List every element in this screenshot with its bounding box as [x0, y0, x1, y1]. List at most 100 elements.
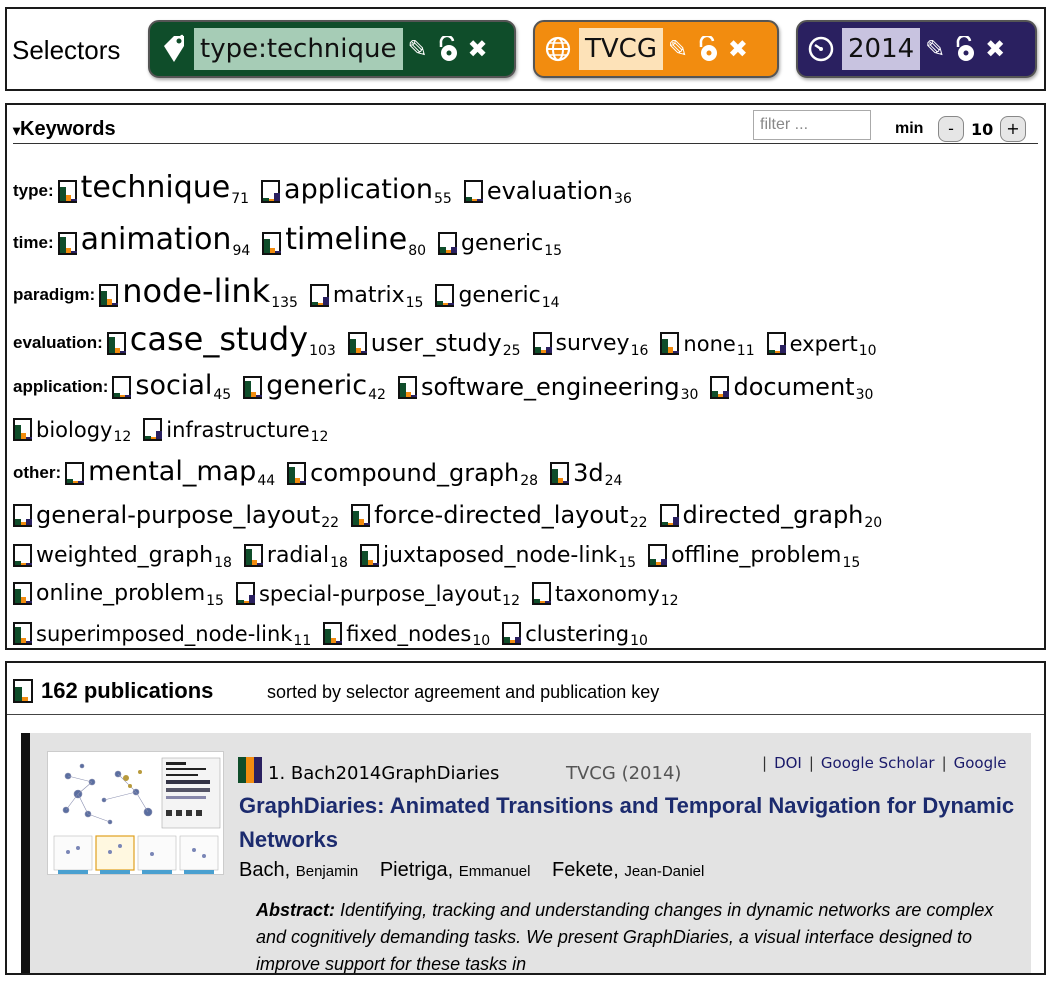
collapse-triangle-icon[interactable]: ▾: [13, 122, 20, 138]
keyword-tag[interactable]: timeline 80: [262, 225, 426, 261]
keyword-count: 10: [858, 343, 877, 359]
keyword-tag[interactable]: special-purpose_layout 12: [235, 582, 520, 611]
keyword-tag[interactable]: general-purpose_layout 22: [13, 503, 339, 533]
edit-icon[interactable]: ✎: [663, 32, 693, 66]
keyword-row: biology 12 infrastructure 12: [13, 405, 1038, 447]
remove-icon[interactable]: ✖: [463, 32, 493, 66]
keyword-filter-input[interactable]: [753, 110, 871, 140]
keyword-name: online_problem: [36, 581, 206, 606]
keyword-count: 15: [405, 295, 424, 311]
min-decrease-button[interactable]: -: [938, 116, 964, 142]
remove-icon[interactable]: ✖: [980, 32, 1010, 66]
selector-chip-label: 2014: [842, 28, 921, 70]
keyword-tag[interactable]: matrix 15: [309, 283, 424, 313]
keyword-stack-icon: [397, 376, 417, 399]
keyword-count: 94: [232, 243, 251, 259]
keyword-count: 15: [544, 243, 563, 259]
keyword-tag[interactable]: generic 15: [438, 232, 562, 261]
keyword-tag[interactable]: 3d 24: [550, 461, 622, 491]
keywords-title[interactable]: ▾Keywords: [13, 118, 116, 141]
keyword-tag[interactable]: superimposed_node-link 11: [13, 622, 311, 651]
keywords-header: ▾Keywords min - 10 +: [7, 105, 1044, 145]
author[interactable]: Fekete, Jean-Daniel: [552, 859, 704, 881]
doi-link[interactable]: DOI: [774, 754, 802, 772]
lock-icon[interactable]: [693, 32, 723, 66]
publication-thumbnail[interactable]: [47, 751, 224, 875]
selector-chip-venue[interactable]: TVCG ✎ ✖: [533, 20, 779, 78]
keyword-count: 135: [271, 295, 298, 311]
keyword-name: 3d: [573, 459, 604, 487]
keyword-count: 45: [213, 387, 232, 403]
keyword-tag[interactable]: fixed_nodes 10: [323, 622, 490, 651]
keyword-row: paradigm: node-link 135 matrix 15 generic 14: [13, 261, 1038, 313]
author[interactable]: Bach, Benjamin: [239, 859, 358, 881]
selectors-panel: Selectors type:technique ✎ ✖ TVCG ✎ ✖ 20…: [5, 7, 1046, 91]
keyword-tag[interactable]: offline_problem 15: [648, 544, 860, 573]
google-link[interactable]: Google: [954, 754, 1007, 772]
google-scholar-link[interactable]: Google Scholar: [821, 754, 935, 772]
keyword-tag[interactable]: radial 18: [243, 544, 348, 573]
keyword-tag[interactable]: none 11: [660, 332, 755, 361]
keyword-tag[interactable]: generic 42: [243, 372, 386, 405]
selector-chip-type[interactable]: type:technique ✎ ✖: [148, 20, 516, 78]
keyword-tag[interactable]: expert 10: [766, 332, 877, 361]
keyword-tag[interactable]: application 55: [261, 176, 452, 209]
divider: [13, 143, 1038, 144]
selector-chip-label: TVCG: [579, 28, 663, 70]
keyword-tag[interactable]: compound_graph 28: [287, 461, 538, 491]
keyword-tag[interactable]: weighted_graph 18: [13, 544, 232, 573]
publication-title[interactable]: GraphDiaries: Animated Transitions and T…: [239, 789, 1019, 857]
keyword-tag[interactable]: infrastructure 12: [143, 418, 328, 447]
edit-icon[interactable]: ✎: [403, 32, 433, 66]
keyword-name: none: [683, 332, 736, 356]
publication-links: | DOI | Google Scholar | Google: [762, 754, 1007, 772]
keyword-tag[interactable]: animation 94: [57, 225, 251, 261]
keyword-count: 22: [629, 515, 648, 531]
keyword-cloud: type: technique 71 application 55 evaluation 3…: [13, 161, 1038, 651]
keyword-tag[interactable]: juxtaposed_node-link 15: [359, 544, 637, 573]
keyword-name: generic: [461, 231, 544, 256]
keyword-tag[interactable]: evaluation 36: [463, 179, 632, 209]
edit-icon[interactable]: ✎: [920, 32, 950, 66]
keyword-stack-icon: [57, 232, 77, 255]
keyword-tag[interactable]: social 45: [112, 372, 231, 405]
keyword-name: matrix: [332, 283, 405, 308]
keyword-tag[interactable]: force-directed_layout 22: [351, 503, 648, 533]
keyword-count: 103: [309, 343, 336, 359]
keyword-tag[interactable]: case_study 103: [106, 323, 336, 361]
keyword-category-label: other:: [13, 463, 62, 482]
keyword-count: 15: [842, 555, 861, 571]
min-increase-button[interactable]: +: [1000, 116, 1026, 142]
remove-icon[interactable]: ✖: [723, 32, 753, 66]
keyword-name: superimposed_node-link: [36, 622, 293, 646]
keyword-count: 12: [310, 429, 329, 445]
keyword-row: online_problem 15 special-purpose_layout 12…: [13, 573, 1038, 611]
keyword-tag[interactable]: taxonomy 12: [531, 582, 679, 611]
keyword-tag[interactable]: online_problem 15: [13, 582, 224, 611]
keyword-tag[interactable]: survey 16: [532, 332, 648, 361]
keyword-tag[interactable]: mental_map 44: [65, 458, 275, 491]
keyword-name: general-purpose_layout: [36, 501, 321, 529]
keyword-count: 15: [618, 555, 637, 571]
keyword-tag[interactable]: biology 12: [13, 418, 131, 447]
keyword-tag[interactable]: generic 14: [435, 284, 560, 313]
keyword-tag[interactable]: node-link 135: [99, 275, 298, 313]
author[interactable]: Pietriga, Emmanuel: [380, 859, 531, 881]
lock-icon[interactable]: [950, 32, 980, 66]
keyword-tag[interactable]: user_study 25: [347, 331, 521, 361]
keyword-stack-icon: [532, 332, 552, 355]
keyword-stack-icon: [106, 332, 126, 355]
keyword-tag[interactable]: clustering 10: [502, 622, 648, 651]
keyword-name: application: [284, 174, 433, 205]
selector-chip-year[interactable]: 2014 ✎ ✖: [796, 20, 1037, 78]
keyword-name: clustering: [525, 622, 630, 646]
keyword-row: evaluation: case_study 103 user_study 25 surv…: [13, 313, 1038, 361]
keyword-tag[interactable]: directed_graph 20: [659, 503, 882, 533]
keyword-stack-icon: [309, 284, 329, 307]
keyword-tag[interactable]: document 30: [710, 375, 873, 405]
keyword-tag[interactable]: software_engineering 30: [397, 375, 698, 405]
keyword-stack-icon: [243, 376, 263, 399]
lock-icon[interactable]: [433, 32, 463, 66]
keyword-tag[interactable]: technique 71: [57, 173, 249, 209]
keyword-count: 12: [113, 429, 132, 445]
